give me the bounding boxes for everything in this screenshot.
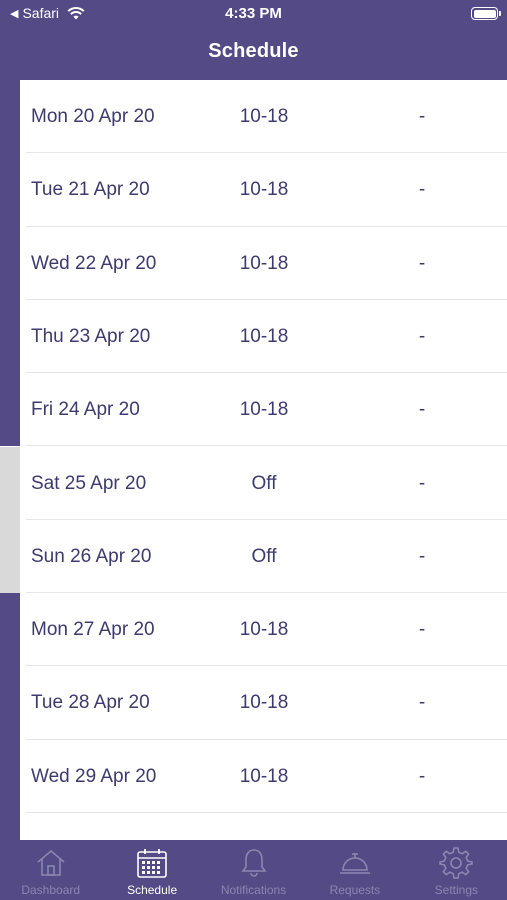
row-date: Fri 24 Apr 20: [31, 399, 140, 421]
weekend-indicator: [0, 519, 20, 594]
tab-label: Settings: [434, 883, 478, 897]
row-hours: 10-18: [239, 325, 289, 347]
row-extra: -: [418, 472, 426, 494]
tab-label: Dashboard: [21, 883, 81, 897]
row-hours: Off: [251, 472, 277, 494]
status-bar: ◀ Safari 4:33 PM: [0, 0, 507, 28]
schedule-row[interactable]: Sun 26 Apr 20 Off -: [0, 519, 507, 594]
battery-icon: [471, 7, 501, 20]
tab-dashboard[interactable]: Dashboard: [0, 840, 101, 900]
tab-schedule[interactable]: Schedule: [101, 840, 202, 900]
schedule-row[interactable]: Wed 22 Apr 20 10-18 -: [0, 226, 507, 300]
row-hours: 10-18: [239, 179, 289, 201]
workday-indicator: [0, 299, 20, 374]
row-extra: -: [418, 106, 426, 127]
row-date: Sat 25 Apr 20: [31, 472, 147, 494]
row-hours: 10-18: [239, 106, 289, 127]
schedule-row[interactable]: Wed 29 Apr 20 10-18 -: [0, 739, 507, 813]
service-bell-icon: [339, 853, 370, 874]
row-extra: -: [418, 325, 426, 347]
row-extra: -: [418, 545, 426, 567]
workday-indicator: [0, 593, 20, 667]
schedule-row[interactable]: Sat 25 Apr 20 Off -: [0, 446, 507, 520]
row-extra: -: [418, 765, 426, 787]
row-date: Tue 28 Apr 20: [31, 692, 150, 714]
row-date: Mon 27 Apr 20: [31, 619, 155, 641]
row-hours: 10-18: [239, 765, 289, 787]
header: ◀ Safari 4:33 PM Schedule: [0, 0, 507, 80]
calendar-icon: [137, 849, 167, 878]
tab-notifications[interactable]: Notifications: [203, 840, 304, 900]
row-hours: 10-18: [239, 252, 289, 274]
schedule-row[interactable]: Mon 27 Apr 20 10-18 -: [0, 593, 507, 667]
weekend-indicator: [0, 446, 20, 520]
row-date: Wed 22 Apr 20: [31, 252, 157, 274]
workday-indicator: [0, 80, 20, 154]
schedule-row[interactable]: Tue 21 Apr 20 10-18 -: [0, 153, 507, 227]
schedule-row[interactable]: Thu 23 Apr 20 10-18 -: [0, 299, 507, 374]
row-hours: 10-18: [239, 399, 289, 421]
tab-bar: Dashboard Schedule Notifications Request…: [0, 840, 507, 900]
gear-icon: [439, 847, 474, 879]
bell-icon: [240, 849, 267, 877]
workday-indicator: [0, 226, 20, 300]
row-date: Tue 21 Apr 20: [31, 179, 150, 201]
schedule-row[interactable]: Tue 28 Apr 20 10-18 -: [0, 666, 507, 740]
row-extra: -: [418, 252, 426, 274]
tab-settings[interactable]: Settings: [406, 840, 507, 900]
schedule-row[interactable]: Fri 24 Apr 20 10-18 -: [0, 373, 507, 447]
workday-indicator: [0, 153, 20, 227]
tab-label: Notifications: [220, 883, 287, 897]
workday-indicator: [0, 666, 20, 740]
tab-label: Schedule: [127, 883, 178, 897]
workday-indicator: [0, 373, 20, 447]
status-time: 4:33 PM: [225, 5, 282, 22]
row-extra: -: [418, 399, 426, 421]
row-date: Mon 20 Apr 20: [31, 106, 155, 127]
workday-indicator: [0, 739, 20, 813]
schedule-list[interactable]: Mon 20 Apr 20 10-18- Tue 21 Apr 20 10-18- We…: [0, 80, 507, 887]
row-extra: -: [418, 619, 426, 641]
row-hours: 10-18: [239, 692, 289, 714]
row-date: Sun 26 Apr 20: [31, 545, 152, 567]
row-extra: -: [418, 179, 426, 201]
row-hours: Off: [251, 545, 277, 567]
page-title: Schedule: [208, 40, 299, 62]
tab-requests[interactable]: Requests: [304, 840, 405, 900]
row-date: Thu 23 Apr 20: [31, 325, 151, 347]
row-extra: -: [418, 692, 426, 714]
home-icon: [37, 849, 65, 876]
schedule-row[interactable]: Mon 20 Apr 20 10-18 -: [0, 80, 507, 154]
row-date: Wed 29 Apr 20: [31, 765, 157, 787]
tab-label: Requests: [329, 883, 381, 897]
row-hours: 10-18: [239, 619, 289, 641]
